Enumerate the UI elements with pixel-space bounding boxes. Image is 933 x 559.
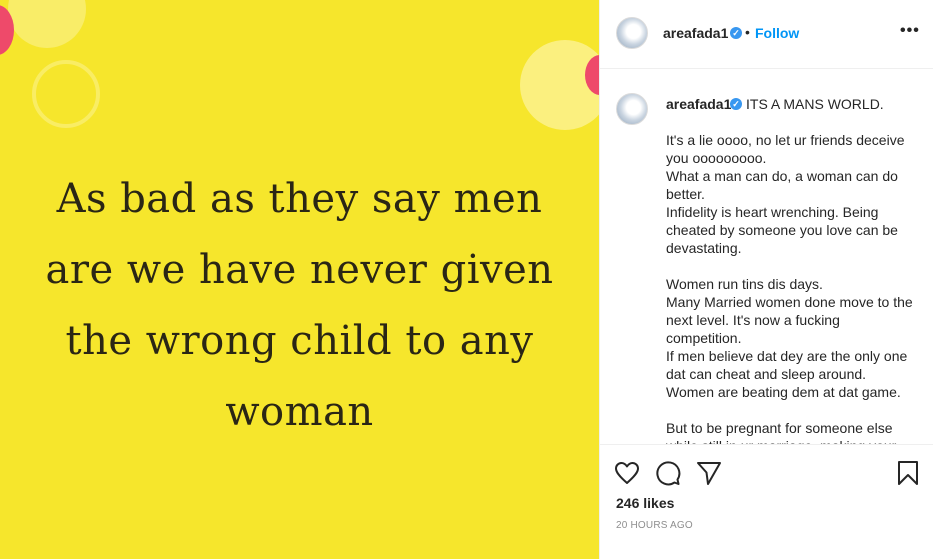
caption-username[interactable]: areafada1 bbox=[666, 96, 731, 112]
avatar[interactable] bbox=[616, 93, 648, 125]
paper-plane-icon[interactable] bbox=[696, 460, 722, 486]
heart-icon[interactable] bbox=[614, 461, 640, 485]
verified-badge-icon: ✓ bbox=[730, 27, 742, 39]
post-image: As bad as they say men are we have never… bbox=[0, 0, 599, 559]
likes-count[interactable]: 246 likes bbox=[616, 495, 674, 511]
bookmark-icon[interactable] bbox=[897, 460, 919, 486]
comment-icon[interactable] bbox=[655, 460, 681, 486]
caption-title: ITS A MANS WORLD. bbox=[746, 96, 884, 112]
more-options-icon[interactable]: ••• bbox=[900, 22, 920, 40]
caption-body: It's a lie oooo, no let ur friends decei… bbox=[666, 132, 913, 444]
decorative-ring bbox=[32, 60, 100, 128]
follow-button[interactable]: Follow bbox=[755, 25, 799, 41]
verified-badge-icon: ✓ bbox=[730, 98, 742, 110]
action-bar: 246 likes 20 HOURS AGO bbox=[600, 445, 933, 555]
header-username[interactable]: areafada1 bbox=[663, 25, 728, 41]
caption-scroll-area[interactable]: areafada1 ✓ ITS A MANS WORLD. It's a lie… bbox=[600, 70, 933, 445]
separator-dot: • bbox=[745, 24, 750, 40]
post-timestamp[interactable]: 20 HOURS AGO bbox=[616, 520, 693, 531]
decorative-circle bbox=[8, 0, 86, 48]
post-header: areafada1 ✓ • Follow ••• bbox=[600, 0, 933, 69]
post-sidebar: areafada1 ✓ • Follow ••• areafada1 ✓ ITS… bbox=[599, 0, 933, 559]
image-quote-text: As bad as they say men are we have never… bbox=[45, 176, 554, 435]
avatar[interactable] bbox=[616, 17, 648, 49]
